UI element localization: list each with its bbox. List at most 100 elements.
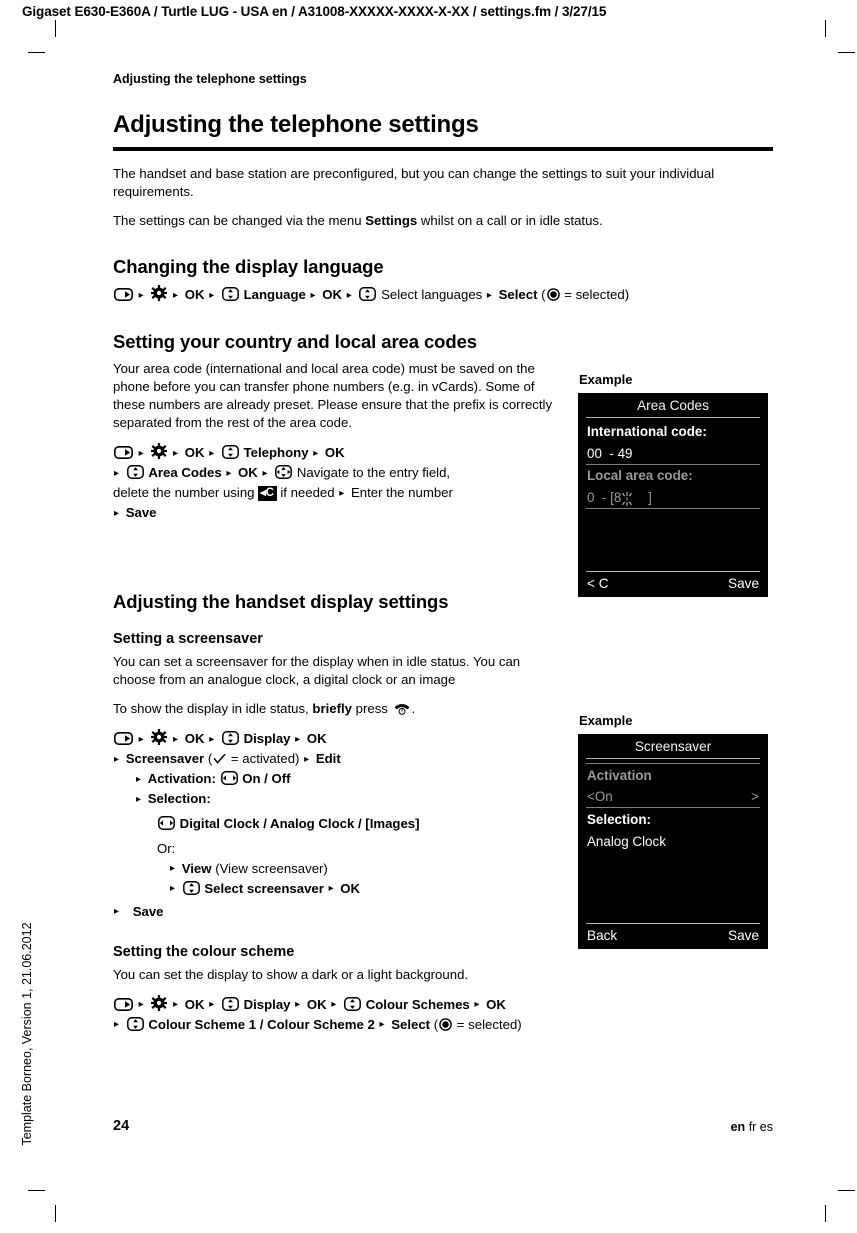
path-menu-language: Language [243, 287, 306, 303]
path-menu-display: Display [243, 731, 291, 747]
template-version-label: Template Borneo, Version 1, 21.06.2012 [20, 922, 34, 1146]
path-select-screensaver: Select screensaver [204, 880, 324, 896]
path-arrow: ▸ [114, 507, 120, 519]
path-arrow: ▸ [295, 999, 301, 1011]
handset-selection-label: Selection: [587, 812, 651, 828]
handset-empty-area [578, 853, 768, 923]
softkey-right-save[interactable]: Save [728, 928, 759, 943]
nav-updown-icon [126, 465, 144, 480]
handset-title: Screensaver [634, 739, 712, 754]
path-arrow: ▸ [173, 289, 179, 301]
path-ok-2: OK [306, 996, 327, 1012]
handset-activation-row[interactable]: <On > [578, 787, 768, 807]
path-save: Save [132, 903, 164, 919]
activation-value: <On [587, 789, 613, 805]
path-arrow: ▸ [114, 906, 120, 918]
handset-local-value[interactable]: 0 - [8 ] [578, 487, 768, 508]
path-ok-3: OK [238, 465, 258, 481]
nav-updown-icon [182, 880, 200, 895]
example-area-codes: Example Area Codes International code: 0… [578, 372, 768, 598]
running-head: Adjusting the telephone settings [113, 72, 307, 86]
path-arrow: ▸ [331, 999, 337, 1011]
path-or: Or: [157, 840, 176, 856]
menu-path-display-language: ▸ ▸ OK ▸ Language ▸ OK ▸ Select language… [113, 285, 768, 305]
international-sep: - [609, 446, 614, 462]
handset-display-area-codes: Area Codes International code: 00 - 49 L… [578, 393, 768, 598]
local-close: ] [648, 490, 652, 506]
menu-path-area-codes: ▸ ▸ OK ▸ Telephony ▸ OK ▸ Area Codes ▸ O… [113, 443, 583, 523]
path-step-delete-post: if needed [276, 485, 335, 501]
chapter-intro-paragraph-1: The handset and base station are preconf… [113, 166, 715, 200]
path-selection-values: Digital Clock / Analog Clock / [Images] [179, 816, 420, 832]
path-view: View [181, 860, 212, 876]
path-arrow: ▸ [138, 733, 144, 745]
path-arrow: ▸ [170, 883, 176, 895]
crop-mark-top-right-vertical [825, 20, 826, 37]
language-others: fr es [748, 1120, 773, 1134]
path-arrow: ▸ [209, 733, 215, 745]
crop-mark-bottom-left-horizontal [28, 1190, 45, 1191]
path-step-delete-pre: delete the number using [113, 485, 259, 501]
end-call-key-icon [393, 702, 411, 716]
path-note-close: = selected) [453, 1016, 522, 1032]
nav-multidirection-icon [275, 465, 293, 480]
settings-gear-icon [151, 994, 168, 1011]
international-code: 49 [617, 446, 633, 462]
path-arrow: ▸ [304, 753, 310, 765]
display-key-icon [114, 288, 133, 302]
handset-selection-value[interactable]: Analog Clock [578, 831, 768, 853]
path-edit: Edit [315, 751, 341, 767]
softkey-left-back[interactable]: Back [587, 928, 617, 943]
path-arrow: ▸ [173, 733, 179, 745]
handset-softkeys: < C Save [578, 572, 768, 597]
example-label: Example [579, 713, 633, 728]
screensaver-body2-end: . [411, 701, 416, 717]
path-ok-2: OK [306, 731, 327, 747]
path-ok-3: OK [486, 996, 506, 1012]
handset-display-screensaver: Screensaver Activation <On > Selection: … [578, 734, 768, 950]
handset-local-label: Local area code: [587, 468, 693, 484]
local-sep: - [601, 490, 607, 506]
path-arrow: ▸ [313, 447, 319, 459]
document-header: Gigaset E630-E360A / Turtle LUG - USA en… [22, 4, 607, 19]
path-arrow: ▸ [346, 289, 352, 301]
crop-mark-top-left-horizontal [28, 52, 45, 53]
softkey-left-clear[interactable]: < C [587, 576, 609, 591]
handset-softkeys: Back Save [578, 924, 768, 949]
path-ok-1: OK [184, 996, 205, 1012]
menu-path-colour-scheme: ▸ ▸ OK ▸ Display ▸ OK ▸ Colour Schemes ▸… [113, 994, 768, 1035]
path-ok-1: OK [184, 731, 205, 747]
example-screensaver: Example Screensaver Activation <On > Sel… [578, 713, 768, 950]
nav-updown-icon [221, 731, 239, 746]
screensaver-body2-post: press [351, 701, 392, 717]
path-arrow: ▸ [328, 883, 334, 895]
screensaver-body-2: To show the display in idle status, brie… [113, 700, 561, 718]
nav-updown-icon [221, 996, 239, 1011]
blinking-cursor-icon [621, 491, 633, 507]
crop-mark-top-left-vertical [55, 20, 56, 37]
settings-gear-icon [151, 729, 168, 746]
path-ok-2: OK [324, 445, 345, 461]
path-activation-values: On / Off [242, 771, 291, 787]
clear-key-icon: ◂C [258, 486, 277, 502]
path-arrow: ▸ [173, 447, 179, 459]
section-title-area-codes: Setting your country and local area code… [113, 331, 477, 353]
path-note-close: = selected) [560, 287, 630, 303]
nav-updown-icon [221, 287, 239, 302]
language-indicator: en fr es [731, 1120, 773, 1134]
settings-gear-icon [151, 285, 168, 302]
softkey-right-save[interactable]: Save [728, 576, 759, 591]
path-activation-label: Activation: [147, 771, 216, 787]
handset-title: Area Codes [637, 398, 709, 413]
path-select-languages: Select languages [381, 287, 483, 303]
nav-updown-icon [344, 996, 361, 1011]
path-arrow: ▸ [136, 793, 142, 805]
international-prefix: 00 [587, 446, 602, 462]
screensaver-body-1: You can set a screensaver for the displa… [113, 654, 521, 688]
path-arrow: ▸ [474, 999, 480, 1011]
path-step-navigate: Navigate to the entry field, [296, 465, 451, 481]
subsection-title-screensaver: Setting a screensaver [113, 631, 263, 648]
path-arrow: ▸ [114, 753, 120, 765]
nav-updown-icon [126, 1016, 144, 1031]
path-note-open: ( [433, 1016, 439, 1032]
